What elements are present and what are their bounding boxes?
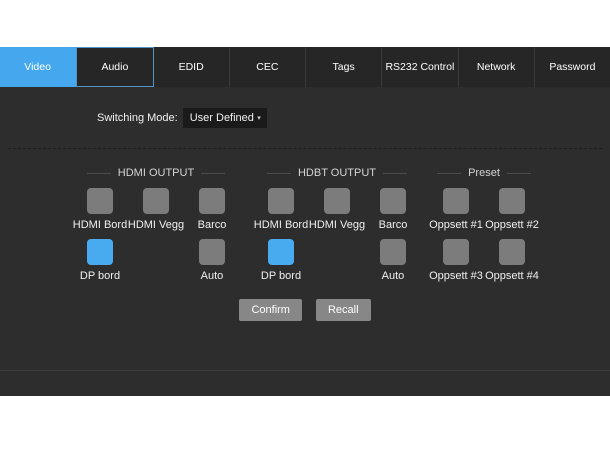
button-row: HDMI Bord HDMI Vegg Barco [72, 188, 240, 231]
button-cell: Auto [365, 239, 421, 282]
hdbt-output-hdmi-bord-button[interactable] [268, 188, 294, 214]
tab-network[interactable]: Network [459, 47, 535, 87]
preset-oppsett-4-label: Oppsett #4 [485, 270, 539, 282]
tab-video[interactable]: Video [0, 47, 77, 87]
tab-tags[interactable]: Tags [306, 47, 383, 87]
hdbt-output-barco-label: Barco [378, 219, 408, 231]
button-row: Oppsett #1 Oppsett #2 [428, 188, 540, 231]
action-row: Confirm Recall [0, 299, 610, 321]
button-cell: Auto [184, 239, 240, 282]
chevron-down-icon: ▾ [257, 114, 261, 122]
button-row: Oppsett #3 Oppsett #4 [428, 239, 540, 282]
switching-mode-value: User Defined [189, 112, 254, 124]
button-cell: Oppsett #2 [484, 188, 540, 231]
tab-bar: Video Audio EDID CEC Tags RS232 Control Networ… [0, 47, 610, 87]
preset-oppsett-3-label: Oppsett #3 [429, 270, 483, 282]
hdmi-output-barco-button[interactable] [199, 188, 225, 214]
dashed-separator [8, 148, 602, 149]
recall-button[interactable]: Recall [315, 299, 371, 321]
group-preset: Preset Oppsett #1 Oppsett #2 Oppsett #3 Opps… [428, 153, 540, 282]
hdmi-output-hdmi-bord-label: HDMI Bord [72, 219, 128, 231]
hdbt-output-auto-label: Auto [381, 270, 405, 282]
group-title-preset: Preset [428, 166, 540, 180]
button-cell: Barco [365, 188, 421, 231]
hdmi-output-auto-label: Auto [200, 270, 224, 282]
hdbt-output-hdmi-vegg-button[interactable] [324, 188, 350, 214]
preset-oppsett-1-button[interactable] [443, 188, 469, 214]
group-hdbt-output: HDBT OUTPUT HDMI Bord HDMI Vegg Barco DP bor… [253, 153, 421, 282]
hdmi-output-auto-button[interactable] [199, 239, 225, 265]
empty-cell [128, 239, 184, 282]
preset-oppsett-4-button[interactable] [499, 239, 525, 265]
button-row: DP bord Auto [72, 239, 240, 282]
hdmi-output-barco-label: Barco [197, 219, 227, 231]
button-cell: Oppsett #4 [484, 239, 540, 282]
tab-audio[interactable]: Audio [76, 47, 154, 87]
hdbt-output-hdmi-bord-label: HDMI Bord [253, 219, 309, 231]
hdbt-output-dp-bord-button[interactable] [268, 239, 294, 265]
button-cell: HDMI Vegg [128, 188, 184, 231]
video-tab-content: Switching Mode: User Defined ▾ HDMI OUTP… [0, 108, 610, 371]
button-cell: DP bord [253, 239, 309, 282]
output-groups: HDMI OUTPUT HDMI Bord HDMI Vegg Barco DP bor… [0, 153, 610, 282]
button-cell: Oppsett #1 [428, 188, 484, 231]
group-hdmi-output: HDMI OUTPUT HDMI Bord HDMI Vegg Barco DP bor… [72, 153, 240, 282]
preset-oppsett-1-label: Oppsett #1 [429, 219, 483, 231]
empty-cell [309, 239, 365, 282]
switching-mode-row: Switching Mode: User Defined ▾ [97, 108, 610, 128]
hdmi-output-dp-bord-label: DP bord [79, 270, 121, 282]
button-cell: HDMI Vegg [309, 188, 365, 231]
hdmi-output-hdmi-vegg-button[interactable] [143, 188, 169, 214]
preset-oppsett-2-button[interactable] [499, 188, 525, 214]
group-title-hdmi-output: HDMI OUTPUT [72, 166, 240, 180]
group-title-hdbt-output: HDBT OUTPUT [253, 166, 421, 180]
confirm-button[interactable]: Confirm [239, 299, 302, 321]
tab-edid[interactable]: EDID [154, 47, 230, 87]
tab-rs232-control[interactable]: RS232 Control [382, 47, 459, 87]
switcher-panel: Video Audio EDID CEC Tags RS232 Control Networ… [0, 47, 610, 396]
hdbt-output-barco-button[interactable] [380, 188, 406, 214]
button-row: DP bord Auto [253, 239, 421, 282]
button-row: HDMI Bord HDMI Vegg Barco [253, 188, 421, 231]
hdmi-output-hdmi-bord-button[interactable] [87, 188, 113, 214]
page: Video Audio EDID CEC Tags RS232 Control Networ… [0, 0, 610, 450]
hdbt-output-auto-button[interactable] [380, 239, 406, 265]
hdbt-output-dp-bord-label: DP bord [260, 270, 302, 282]
panel-footer [0, 371, 610, 416]
button-cell: Barco [184, 188, 240, 231]
button-cell: DP bord [72, 239, 128, 282]
button-cell: HDMI Bord [253, 188, 309, 231]
button-cell: Oppsett #3 [428, 239, 484, 282]
hdmi-output-hdmi-vegg-label: HDMI Vegg [127, 219, 185, 231]
preset-oppsett-2-label: Oppsett #2 [485, 219, 539, 231]
button-cell: HDMI Bord [72, 188, 128, 231]
preset-oppsett-3-button[interactable] [443, 239, 469, 265]
switching-mode-label: Switching Mode: [97, 112, 178, 124]
tab-password[interactable]: Password [535, 47, 610, 87]
tab-cec[interactable]: CEC [230, 47, 306, 87]
hdmi-output-dp-bord-button[interactable] [87, 239, 113, 265]
hdbt-output-hdmi-vegg-label: HDMI Vegg [308, 219, 366, 231]
switching-mode-select[interactable]: User Defined ▾ [182, 108, 267, 128]
